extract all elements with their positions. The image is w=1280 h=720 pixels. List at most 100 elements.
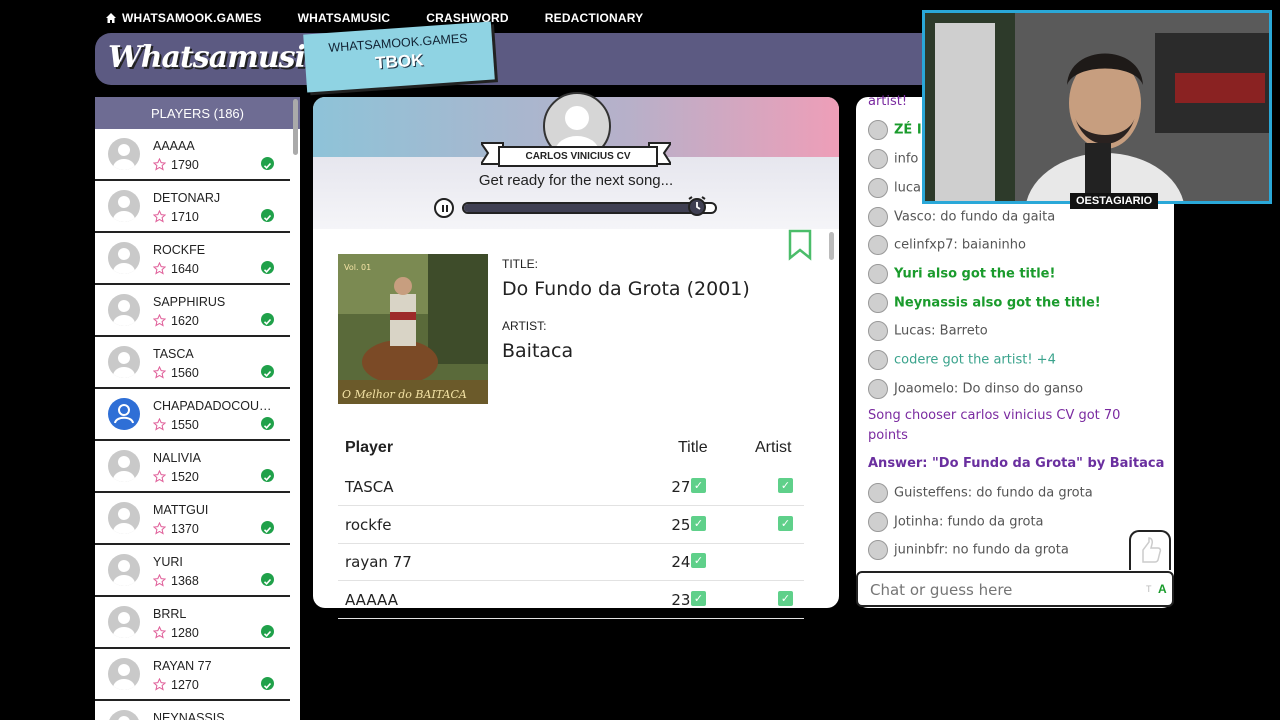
chat-message-text: Neynassis also got the title! xyxy=(894,295,1101,311)
like-button[interactable] xyxy=(1129,530,1171,570)
home-icon xyxy=(106,13,116,23)
player-score: 1550 xyxy=(171,418,199,432)
chat-avatar-icon xyxy=(868,293,888,313)
text-format-icon: T xyxy=(1146,584,1152,594)
player-list: AAAAA 1790 DETONARJ 1710 ROCKFE 1640 SAPPHIRUS… xyxy=(95,129,300,720)
check-icon xyxy=(261,365,274,378)
user-silhouette-icon xyxy=(113,248,135,274)
player-row[interactable]: AAAAA 1790 xyxy=(95,129,290,181)
webcam-channel-label: OESTAGIARIO xyxy=(1070,193,1159,209)
check-icon xyxy=(261,573,274,586)
chat-avatar-icon xyxy=(868,540,888,560)
chat-message-text: juninbfr: no fundo da grota xyxy=(894,542,1069,558)
chat-message-text: ZÉ I xyxy=(894,122,922,138)
site-logo[interactable]: Whatsamusic xyxy=(108,40,323,75)
player-name: TASCA xyxy=(153,347,194,361)
song-artist: Baitaca xyxy=(502,340,574,362)
player-score: 1560 xyxy=(171,366,199,380)
user-silhouette-icon xyxy=(113,612,135,638)
player-row[interactable]: NEYNASSIS xyxy=(95,701,290,720)
chat-message: Vasco: do fundo da gaita xyxy=(868,207,1055,227)
chat-message: luca xyxy=(868,178,921,198)
players-panel: PLAYERS (186) AAAAA 1790 DETONARJ 1710 ROCKF… xyxy=(95,97,300,720)
chat-message: points xyxy=(868,428,908,443)
player-row[interactable]: CHAPADADOCOUTI… 1550 xyxy=(95,389,290,441)
player-score: 1710 xyxy=(171,210,199,224)
results-col-artist: Artist xyxy=(755,439,792,456)
chat-message-text: artist! xyxy=(868,94,908,109)
user-silhouette-icon xyxy=(113,560,135,586)
player-name: AAAAA xyxy=(153,139,195,153)
player-row[interactable]: ROCKFE 1640 xyxy=(95,233,290,285)
star-icon xyxy=(153,418,166,431)
player-row[interactable]: TASCA 1560 xyxy=(95,337,290,389)
user-silhouette-icon xyxy=(113,352,135,378)
chat-message: Answer: "Do Fundo da Grota" by Baitaca xyxy=(868,456,1164,471)
check-icon xyxy=(261,209,274,222)
chat-avatar-icon xyxy=(868,178,888,198)
chat-message: Neynassis also got the title! xyxy=(868,293,1101,313)
nav-home-label: WHATSAMOOK.GAMES xyxy=(122,11,262,25)
results-col-title: Title xyxy=(678,439,708,456)
chat-input[interactable] xyxy=(868,579,1132,601)
player-row[interactable]: YURI 1368 xyxy=(95,545,290,597)
chat-message: Guisteffens: do fundo da grota xyxy=(868,483,1093,503)
player-score: 1640 xyxy=(171,262,199,276)
player-row[interactable]: SAPPHIRUS 1620 xyxy=(95,285,290,337)
players-header: PLAYERS (186) xyxy=(95,97,300,129)
player-row[interactable]: MATTGUI 1370 xyxy=(95,493,290,545)
star-icon xyxy=(153,678,166,691)
user-silhouette-icon xyxy=(113,196,135,222)
player-row[interactable]: DETONARJ 1710 xyxy=(95,181,290,233)
chat-avatar-icon xyxy=(868,149,888,169)
chat-avatar-icon xyxy=(868,379,888,399)
player-score: 1790 xyxy=(171,158,199,172)
players-scrollbar[interactable] xyxy=(293,99,298,155)
nav-link-redactionary[interactable]: REDACTIONARY xyxy=(545,11,644,25)
player-name: MATTGUI xyxy=(153,503,209,517)
player-row[interactable]: NALIVIA 1520 xyxy=(95,441,290,493)
player-avatar xyxy=(108,190,140,222)
star-icon xyxy=(153,210,166,223)
chat-message-text: Answer: "Do Fundo da Grota" by Baitaca xyxy=(868,456,1165,471)
result-player: AAAAA xyxy=(345,590,398,609)
pause-button[interactable] xyxy=(434,198,454,218)
chat-message: Song chooser carlos vinicius CV got 70 xyxy=(868,408,1120,423)
player-avatar xyxy=(108,294,140,326)
chat-avatar-icon xyxy=(868,235,888,255)
player-row[interactable]: BRRL 1280 xyxy=(95,597,290,649)
webcam-overlay xyxy=(922,10,1272,204)
player-avatar xyxy=(108,138,140,170)
chat-message-text: codere got the artist! +4 xyxy=(894,352,1056,368)
round-status-text: Get ready for the next song... xyxy=(478,172,674,189)
chat-message: ZÉ I xyxy=(868,120,922,140)
song-progress-fill xyxy=(464,204,698,212)
card-scrollbar[interactable] xyxy=(829,232,834,260)
user-silhouette-icon xyxy=(113,456,135,482)
check-icon xyxy=(261,157,274,170)
star-icon xyxy=(153,470,166,483)
chat-avatar-icon xyxy=(868,264,888,284)
player-row[interactable]: RAYAN 77 1270 xyxy=(95,649,290,701)
result-player: rockfe xyxy=(345,515,392,534)
check-icon xyxy=(261,313,274,326)
player-avatar xyxy=(108,398,140,430)
star-icon xyxy=(153,366,166,379)
nav-home-link[interactable]: WHATSAMOOK.GAMES xyxy=(105,11,262,25)
chat-message-text: Song chooser carlos vinicius CV got 70 xyxy=(868,408,1121,423)
player-score: 1520 xyxy=(171,470,199,484)
thumbs-up-icon xyxy=(1142,537,1162,563)
chat-message: codere got the artist! +4 xyxy=(868,350,1056,370)
bookmark-icon[interactable] xyxy=(787,229,813,261)
nav-link-whatsamusic[interactable]: WHATSAMUSIC xyxy=(298,11,391,25)
album-cover: O Melhor do BAITACA Vol. 01 xyxy=(338,254,488,404)
song-progress-bar[interactable] xyxy=(462,202,717,214)
player-name: NEYNASSIS xyxy=(153,711,225,720)
chat-input-box[interactable] xyxy=(856,571,1174,607)
check-icon xyxy=(261,417,274,430)
chat-avatar-icon xyxy=(868,512,888,532)
chat-message-text: Lucas: Barreto xyxy=(894,323,988,339)
artist-check-icon: ✓ xyxy=(778,590,793,606)
star-icon xyxy=(153,626,166,639)
result-player: rayan 77 xyxy=(345,553,412,571)
